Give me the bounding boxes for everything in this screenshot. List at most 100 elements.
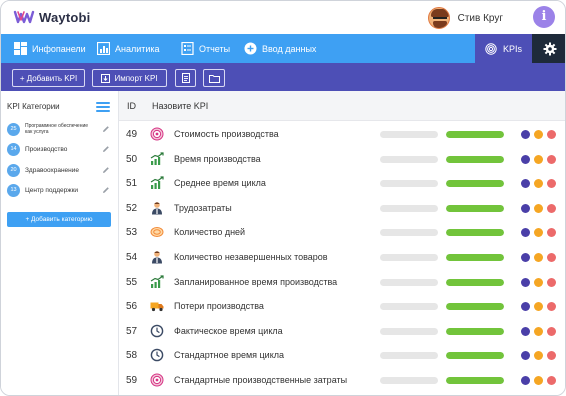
- category-item-healthcare[interactable]: 20 Здравоохранение: [7, 161, 113, 179]
- kpi-name[interactable]: Потери производства: [174, 301, 264, 311]
- document-icon: [181, 73, 190, 83]
- status-dot-orange[interactable]: [534, 154, 543, 164]
- status-dot-red[interactable]: [547, 228, 556, 238]
- status-dot-orange[interactable]: [534, 302, 543, 312]
- status-dot-blue[interactable]: [521, 302, 530, 312]
- pencil-icon[interactable]: [102, 125, 110, 133]
- table-row[interactable]: 55 Запланированное время производства: [119, 271, 565, 295]
- status-dot-orange[interactable]: [534, 203, 543, 213]
- kpi-name[interactable]: Стандартное время цикла: [174, 350, 284, 360]
- kpi-name[interactable]: Трудозатраты: [174, 203, 232, 213]
- kpi-name[interactable]: Фактическое время цикла: [174, 326, 283, 336]
- table-row[interactable]: 57 Фактическое время цикла: [119, 320, 565, 344]
- status-dot-blue[interactable]: [521, 277, 530, 287]
- status-dot-blue[interactable]: [521, 351, 530, 361]
- status-dot-red[interactable]: [547, 376, 556, 385]
- status-dot-red[interactable]: [547, 302, 556, 312]
- user-menu[interactable]: Стив Круг: [427, 7, 503, 29]
- status-dots: [521, 203, 556, 213]
- nav-item-data-entry[interactable]: Ввод данных: [244, 34, 316, 63]
- import-kpi-button[interactable]: Импорт KPI: [92, 69, 167, 87]
- progress-bar: [446, 131, 504, 138]
- status-dot-orange[interactable]: [534, 253, 543, 262]
- status-dot-red[interactable]: [547, 179, 556, 189]
- status-dot-orange[interactable]: [534, 277, 543, 287]
- status-dot-blue[interactable]: [521, 326, 530, 336]
- menu-icon[interactable]: [96, 102, 110, 112]
- status-dots: [521, 376, 556, 385]
- table-row[interactable]: 54 Количество незавершенных товаров: [119, 246, 565, 270]
- status-dots: [521, 253, 556, 262]
- progress-bar: [446, 278, 504, 286]
- category-item-saas[interactable]: 25 Программное обеспечение как услуга: [7, 120, 113, 138]
- nav-item-analytics[interactable]: Аналитика: [97, 34, 160, 63]
- status-dot-red[interactable]: [547, 154, 556, 164]
- kpi-name[interactable]: Среднее время цикла: [174, 178, 266, 188]
- kpi-id: 58: [126, 350, 138, 362]
- table-row[interactable]: 56 Потери производства: [119, 295, 565, 319]
- status-dot-blue[interactable]: [521, 179, 530, 189]
- kpi-name[interactable]: Стоимость производства: [174, 129, 279, 139]
- status-dot-blue[interactable]: [521, 130, 530, 139]
- status-dot-red[interactable]: [547, 277, 556, 287]
- settings-button[interactable]: [532, 34, 565, 63]
- category-label: Программное обеспечение как услуга: [25, 123, 89, 135]
- logo-icon: [13, 10, 35, 24]
- nav-item-reports[interactable]: Отчеты: [181, 34, 230, 63]
- category-item-manufacturing[interactable]: 14 Производство: [7, 140, 113, 158]
- status-dot-red[interactable]: [547, 253, 556, 262]
- column-header-id[interactable]: ID: [127, 101, 136, 111]
- table-row[interactable]: 59 Стандартные производственные затраты: [119, 369, 565, 393]
- add-kpi-button[interactable]: + Добавить KPI: [12, 69, 85, 87]
- app-logo[interactable]: Waytobi: [13, 9, 90, 25]
- kpi-name[interactable]: Стандартные производственные затраты: [174, 375, 347, 385]
- status-dot-blue[interactable]: [521, 203, 530, 213]
- status-dot-orange[interactable]: [534, 376, 543, 385]
- nav-item-label: Инфопанели: [32, 43, 86, 54]
- progress-fill: [446, 327, 504, 335]
- nav-item-dashboards[interactable]: Инфопанели: [14, 34, 86, 63]
- status-dot-blue[interactable]: [521, 376, 530, 385]
- add-category-button[interactable]: + Добавить категорию: [7, 212, 111, 227]
- status-dot-blue[interactable]: [521, 154, 530, 164]
- pencil-icon[interactable]: [102, 166, 110, 174]
- status-dot-orange[interactable]: [534, 326, 543, 336]
- kpi-categories-sidebar: KPI Категории 25 Программное обеспечение…: [1, 91, 119, 395]
- kpi-id: 57: [126, 325, 138, 337]
- table-row[interactable]: 49 Стоимость производства: [119, 123, 565, 147]
- kpi-name[interactable]: Количество дней: [174, 227, 245, 237]
- export-button[interactable]: [175, 69, 196, 87]
- category-item-support[interactable]: 13 Центр поддержки: [7, 181, 113, 199]
- table-row[interactable]: 50 Время производства: [119, 148, 565, 172]
- status-dot-red[interactable]: [547, 203, 556, 213]
- folder-button[interactable]: [203, 69, 225, 87]
- kpi-name[interactable]: Запланированное время производства: [174, 277, 337, 287]
- status-dot-red[interactable]: [547, 351, 556, 361]
- status-dot-orange[interactable]: [534, 179, 543, 189]
- progress-fill: [446, 131, 504, 138]
- status-dot-red[interactable]: [547, 326, 556, 336]
- column-header-name[interactable]: Назовите KPI: [152, 101, 208, 111]
- kpi-table: ID Назовите KPI 49 Стоимость производства…: [119, 91, 565, 395]
- kpi-id: 51: [126, 178, 138, 190]
- pencil-icon[interactable]: [102, 145, 110, 153]
- status-dot-orange[interactable]: [534, 130, 543, 139]
- status-dot-orange[interactable]: [534, 228, 543, 238]
- status-dot-red[interactable]: [547, 130, 556, 139]
- table-row[interactable]: 51 Среднее время цикла: [119, 172, 565, 196]
- status-dot-blue[interactable]: [521, 228, 530, 238]
- tab-kpis[interactable]: KPIs: [475, 34, 532, 63]
- status-dot-blue[interactable]: [521, 253, 530, 262]
- table-row[interactable]: 52 Трудозатраты: [119, 197, 565, 221]
- progress-bar: [446, 180, 504, 188]
- avatar[interactable]: [427, 7, 450, 29]
- pencil-icon[interactable]: [102, 186, 110, 194]
- app-window: Waytobi Стив Круг i Инфопанели Аналитика: [0, 0, 566, 396]
- info-icon[interactable]: i: [533, 6, 555, 28]
- kpi-name[interactable]: Количество незавершенных товаров: [174, 252, 328, 262]
- status-dot-orange[interactable]: [534, 351, 543, 361]
- table-row[interactable]: 58 Стандартное время цикла: [119, 344, 565, 368]
- status-dots: [521, 154, 556, 164]
- kpi-name[interactable]: Время производства: [174, 154, 261, 164]
- table-row[interactable]: 53 Количество дней: [119, 221, 565, 245]
